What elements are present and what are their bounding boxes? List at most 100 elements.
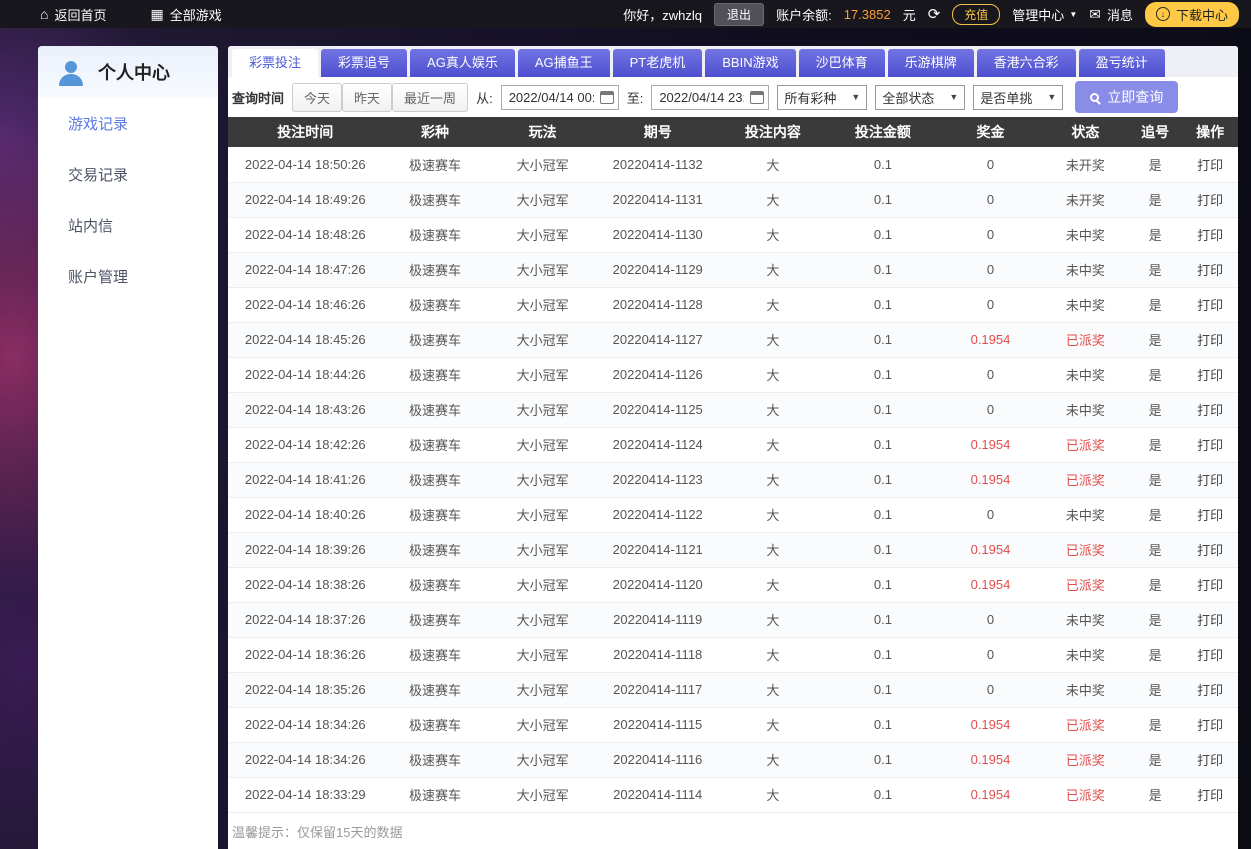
quick-last-week-button[interactable]: 最近一周 bbox=[392, 82, 469, 112]
cell-play: 大小冠军 bbox=[487, 462, 598, 498]
cell-action[interactable]: 打印 bbox=[1182, 532, 1238, 568]
tab-hk-mark-six[interactable]: 香港六合彩 bbox=[976, 49, 1076, 77]
table-row: 2022-04-14 18:34:26 极速赛车 大小冠军 20220414-1115… bbox=[228, 707, 1238, 743]
table-row: 2022-04-14 18:46:26 极速赛车 大小冠军 20220414-1128… bbox=[228, 287, 1238, 323]
status-select-value: 全部状态 bbox=[882, 90, 935, 106]
sidebar-item-site-mail[interactable]: 站内信 bbox=[38, 200, 218, 251]
cell-amount: 0.1 bbox=[827, 742, 938, 778]
filter-bar: 查询时间 今天昨天最近一周 从: 至: 所有彩种 ▼ 全部状态 ▼ 是否单挑 ▼ 立即查询 bbox=[228, 77, 1238, 117]
cell-action[interactable]: 打印 bbox=[1182, 567, 1238, 603]
cell-action[interactable]: 打印 bbox=[1182, 252, 1238, 288]
tab-lottery-chase[interactable]: 彩票追号 bbox=[321, 49, 408, 77]
refresh-icon[interactable]: ⟳ bbox=[928, 5, 941, 23]
cell-lottery: 极速赛车 bbox=[382, 147, 488, 183]
cell-action[interactable]: 打印 bbox=[1182, 217, 1238, 253]
cell-amount: 0.1 bbox=[827, 147, 938, 183]
tab-bar: 彩票投注 彩票追号 AG真人娱乐 AG捕鱼王 PT老虎机 BBIN游戏 沙巴体育 乐游棋牌 香港… bbox=[228, 46, 1238, 77]
cell-issue: 20220414-1122 bbox=[597, 497, 718, 533]
tab-ag-live[interactable]: AG真人娱乐 bbox=[410, 49, 515, 77]
cell-chase: 是 bbox=[1127, 637, 1183, 673]
cell-issue: 20220414-1119 bbox=[597, 602, 718, 638]
cell-action[interactable]: 打印 bbox=[1182, 742, 1238, 778]
cell-action[interactable]: 打印 bbox=[1182, 672, 1238, 708]
cell-action[interactable]: 打印 bbox=[1182, 322, 1238, 358]
single-pick-select[interactable]: 是否单挑 ▼ bbox=[973, 84, 1064, 110]
cell-action[interactable]: 打印 bbox=[1182, 637, 1238, 673]
all-games-link[interactable]: ▦ 全部游戏 bbox=[150, 5, 221, 24]
cell-content: 大 bbox=[717, 357, 828, 393]
download-center-button[interactable]: ↓ 下载中心 bbox=[1144, 1, 1239, 27]
cell-issue: 20220414-1130 bbox=[597, 217, 718, 253]
calendar-from-icon[interactable] bbox=[599, 90, 614, 104]
cell-action[interactable]: 打印 bbox=[1182, 287, 1238, 323]
cell-time: 2022-04-14 18:34:26 bbox=[228, 742, 383, 778]
tab-profit-stats[interactable]: 盈亏统计 bbox=[1078, 49, 1165, 77]
status-select[interactable]: 全部状态 ▼ bbox=[875, 84, 966, 110]
cell-prize: 0.1954 bbox=[937, 742, 1043, 778]
cell-lottery: 极速赛车 bbox=[382, 707, 488, 743]
cell-amount: 0.1 bbox=[827, 707, 938, 743]
sidebar-item-game-records[interactable]: 游戏记录 bbox=[38, 98, 218, 149]
cell-lottery: 极速赛车 bbox=[382, 252, 488, 288]
sidebar-item-transaction-records[interactable]: 交易记录 bbox=[38, 149, 218, 200]
cell-time: 2022-04-14 18:41:26 bbox=[228, 462, 383, 498]
cell-chase: 是 bbox=[1127, 777, 1183, 813]
messages-label: 消息 bbox=[1106, 7, 1133, 23]
cell-lottery: 极速赛车 bbox=[382, 182, 488, 218]
cell-play: 大小冠军 bbox=[487, 777, 598, 813]
quick-filter-group: 今天 昨天 最近一周 bbox=[292, 82, 469, 112]
lottery-type-select[interactable]: 所有彩种 ▼ bbox=[777, 84, 868, 110]
search-button[interactable]: 立即查询 bbox=[1075, 81, 1179, 113]
tab-saba-sports[interactable]: 沙巴体育 bbox=[798, 49, 885, 77]
cell-action[interactable]: 打印 bbox=[1182, 147, 1238, 183]
calendar-to-icon[interactable] bbox=[750, 90, 765, 104]
cell-issue: 20220414-1120 bbox=[597, 567, 718, 603]
quick-today-button[interactable]: 今天 bbox=[292, 82, 343, 112]
cell-lottery: 极速赛车 bbox=[382, 637, 488, 673]
tab-leyou-chess[interactable]: 乐游棋牌 bbox=[887, 49, 974, 77]
cell-action[interactable]: 打印 bbox=[1182, 777, 1238, 813]
quick-yesterday-button[interactable]: 昨天 bbox=[342, 82, 393, 112]
cell-issue: 20220414-1126 bbox=[597, 357, 718, 393]
cell-issue: 20220414-1115 bbox=[597, 707, 718, 743]
avatar-icon bbox=[59, 61, 83, 86]
cell-action[interactable]: 打印 bbox=[1182, 357, 1238, 393]
tab-pt-slots[interactable]: PT老虎机 bbox=[612, 49, 703, 77]
tab-bbin-games[interactable]: BBIN游戏 bbox=[705, 49, 796, 77]
cell-action[interactable]: 打印 bbox=[1182, 182, 1238, 218]
cell-prize: 0 bbox=[937, 147, 1043, 183]
cell-prize: 0.1954 bbox=[937, 427, 1043, 463]
cell-chase: 是 bbox=[1127, 742, 1183, 778]
cell-issue: 20220414-1121 bbox=[597, 532, 718, 568]
messages-link[interactable]: ✉ 消息 bbox=[1089, 5, 1133, 24]
cell-time: 2022-04-14 18:47:26 bbox=[228, 252, 383, 288]
back-home-link[interactable]: ⌂ 返回首页 bbox=[40, 5, 106, 24]
cell-chase: 是 bbox=[1127, 462, 1183, 498]
cell-status: 未中奖 bbox=[1043, 357, 1128, 393]
logout-button[interactable]: 退出 bbox=[714, 2, 765, 26]
cell-action[interactable]: 打印 bbox=[1182, 602, 1238, 638]
cell-status: 未中奖 bbox=[1043, 497, 1128, 533]
cell-action[interactable]: 打印 bbox=[1182, 462, 1238, 498]
home-icon: ⌂ bbox=[40, 6, 49, 22]
admin-center-menu[interactable]: 管理中心 ▼ bbox=[1012, 5, 1077, 24]
cell-content: 大 bbox=[717, 427, 828, 463]
cell-status: 未中奖 bbox=[1043, 217, 1128, 253]
recharge-button[interactable]: 充值 bbox=[952, 3, 1001, 25]
cell-amount: 0.1 bbox=[827, 672, 938, 708]
tab-lottery-bet[interactable]: 彩票投注 bbox=[232, 49, 319, 77]
col-header-prize: 奖金 bbox=[937, 117, 1043, 147]
cell-prize: 0 bbox=[937, 672, 1043, 708]
cell-prize: 0 bbox=[937, 637, 1043, 673]
all-games-label: 全部游戏 bbox=[169, 7, 222, 23]
sidebar-item-account-management[interactable]: 账户管理 bbox=[38, 251, 218, 302]
tab-ag-fishing[interactable]: AG捕鱼王 bbox=[517, 49, 610, 77]
cell-time: 2022-04-14 18:48:26 bbox=[228, 217, 383, 253]
col-header-content: 投注内容 bbox=[717, 117, 828, 147]
bet-records-table: 投注时间 彩种 玩法 期号 投注内容 投注金额 奖金 状态 追号 操作 2022-04-14 18… bbox=[228, 117, 1238, 813]
cell-action[interactable]: 打印 bbox=[1182, 427, 1238, 463]
cell-prize: 0 bbox=[937, 602, 1043, 638]
cell-action[interactable]: 打印 bbox=[1182, 392, 1238, 428]
cell-action[interactable]: 打印 bbox=[1182, 707, 1238, 743]
cell-action[interactable]: 打印 bbox=[1182, 497, 1238, 533]
